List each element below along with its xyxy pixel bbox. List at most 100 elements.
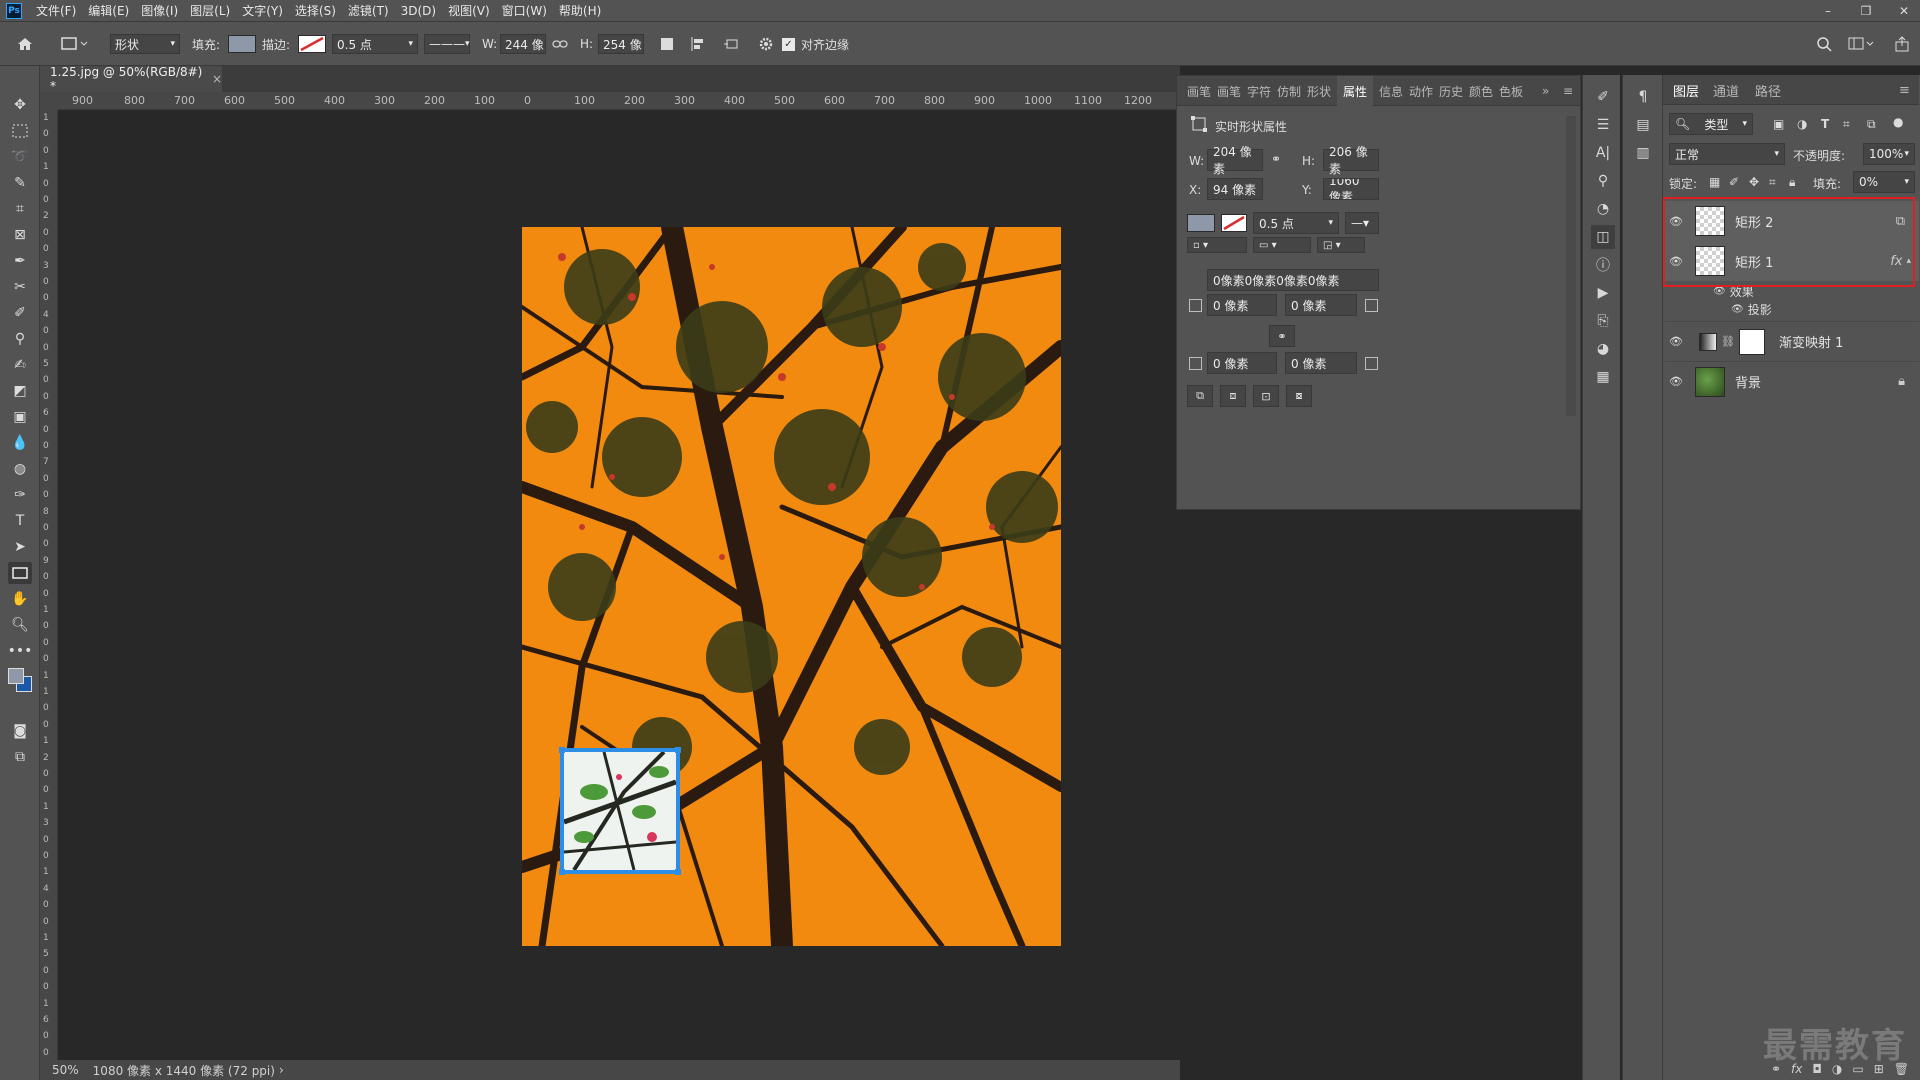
exclude-shapes-icon[interactable]: ⧇ [1286, 385, 1312, 407]
corner-radius-all-field[interactable]: 0像素0像素0像素0像素 [1207, 269, 1379, 291]
tab-actions[interactable]: 动作 [1409, 76, 1433, 106]
tab-color[interactable]: 颜色 [1469, 76, 1493, 106]
eraser-tool-icon[interactable]: ◩ [8, 380, 32, 402]
filter-type-icon[interactable]: T [1821, 117, 1829, 131]
document-tab[interactable]: 1.25.jpg @ 50%(RGB/8#) * × [40, 65, 222, 93]
history-brush-tool-icon[interactable]: ✍ [8, 354, 32, 376]
actions-panel-icon[interactable]: ▶ [1591, 281, 1615, 305]
fill-field[interactable]: 0% ▾ [1853, 171, 1915, 193]
tab-info[interactable]: 信息 [1379, 76, 1403, 106]
blend-mode-select[interactable]: 正常 ▾ [1669, 143, 1785, 165]
menu-layer[interactable]: 图层(L) [184, 2, 236, 19]
opacity-field[interactable]: 100% ▾ [1863, 143, 1915, 165]
libraries-panel-icon[interactable]: ▤ [1631, 113, 1655, 137]
corner-br-field[interactable]: 0 像素 [1285, 352, 1357, 374]
paragraph-panel-icon[interactable]: ¶ [1631, 85, 1655, 109]
properties-scrollbar[interactable] [1566, 116, 1576, 416]
panel-menu-icon[interactable]: ≡ [1563, 76, 1573, 106]
tab-shape[interactable]: 形状 [1307, 76, 1331, 106]
lock-artboard-icon[interactable]: ⌗ [1769, 175, 1776, 190]
w-field[interactable]: 204 像素 [1207, 145, 1263, 176]
eye-icon[interactable]: 👁︎ [1665, 375, 1687, 388]
subtract-shape-icon[interactable]: ⧈ [1220, 385, 1246, 407]
eye-icon[interactable]: 👁︎ [1731, 304, 1744, 315]
screen-mode-icon[interactable]: ⧉ [8, 746, 32, 768]
clone-source-icon[interactable]: ⚲ [1591, 169, 1615, 193]
filter-shape-icon[interactable]: ⌗ [1843, 117, 1850, 132]
stroke-join-select[interactable]: ◲ ▾ [1317, 237, 1365, 253]
notes-panel-icon[interactable]: ▥ [1631, 141, 1655, 165]
status-menu-arrow-icon[interactable]: › [279, 1063, 284, 1077]
tab-swatches[interactable]: 色板 [1499, 76, 1523, 106]
hand-tool-icon[interactable]: ✋ [8, 588, 32, 610]
search-icon[interactable] [1816, 32, 1832, 56]
lock-position-icon[interactable]: ✥ [1749, 175, 1759, 189]
stroke-swatch[interactable] [298, 32, 326, 56]
layer-filter-select[interactable]: 🔍︎ 类型 ▾ [1669, 113, 1753, 135]
transform-handle[interactable] [559, 747, 565, 753]
properties-panel-icon[interactable]: ◫ [1591, 225, 1615, 249]
lock-image-icon[interactable]: ✐ [1729, 175, 1739, 189]
tab-paths[interactable]: 路径 [1755, 75, 1781, 105]
transform-handle[interactable] [675, 747, 681, 753]
minimize-button[interactable]: – [1812, 0, 1844, 22]
clone-stamp-tool-icon[interactable]: ⚲ [8, 328, 32, 350]
y-field[interactable]: 1060 像素 [1323, 178, 1379, 200]
healing-brush-tool-icon[interactable]: ✂ [8, 276, 32, 298]
frame-tool-icon[interactable]: ⊠ [8, 224, 32, 246]
quick-select-tool-icon[interactable]: ✎ [8, 172, 32, 194]
chain-link-icon[interactable]: ⛓ [1721, 335, 1735, 348]
crop-tool-icon[interactable]: ⌗ [8, 198, 32, 220]
stroke-cap-select[interactable]: ▭ ▾ [1253, 237, 1311, 253]
close-tab-icon[interactable]: × [212, 72, 222, 86]
quick-mask-icon[interactable]: ◙ [8, 720, 32, 742]
tab-properties[interactable]: 属性 [1337, 76, 1374, 106]
transform-handle[interactable] [559, 869, 565, 875]
rectangle-tool-icon[interactable] [8, 562, 32, 584]
restore-button[interactable]: ❐ [1850, 0, 1882, 22]
layer-mask-thumbnail[interactable] [1738, 328, 1765, 355]
path-operations-icon[interactable] [660, 32, 674, 56]
stroke-swatch[interactable] [1221, 214, 1247, 232]
gradient-tool-icon[interactable]: ▣ [8, 406, 32, 428]
adjustments-panel-icon[interactable]: ☰ [1591, 113, 1615, 137]
menu-filter[interactable]: 滤镜(T) [342, 2, 395, 19]
x-field[interactable]: 94 像素 [1207, 178, 1263, 200]
path-arrangement-icon[interactable] [722, 32, 740, 56]
tab-brush[interactable]: 画笔 [1187, 76, 1211, 106]
stroke-width-field[interactable]: 0.5 点 ▾ [332, 32, 418, 56]
path-selection-tool-icon[interactable]: ➤ [8, 536, 32, 558]
menu-3d[interactable]: 3D(D) [395, 4, 442, 18]
character-panel-icon[interactable]: A| [1591, 141, 1615, 165]
menu-image[interactable]: 图像(I) [135, 2, 184, 19]
tool-preset-picker[interactable] [60, 32, 90, 56]
pen-tool-icon[interactable]: ✑ [8, 484, 32, 506]
filter-adjustment-icon[interactable]: ◑ [1797, 117, 1807, 131]
h-field[interactable]: 206 像素 [1323, 145, 1379, 176]
tab-clone[interactable]: 仿制 [1277, 76, 1301, 106]
eye-icon[interactable]: 👁︎ [1713, 286, 1726, 297]
height-field[interactable]: 254 像 [598, 32, 644, 56]
lock-all-icon[interactable]: 🔒︎ [1789, 175, 1795, 190]
tab-brush-settings[interactable]: 画笔 [1217, 76, 1241, 106]
menu-edit[interactable]: 编辑(E) [82, 2, 135, 19]
stroke-type-select[interactable]: —▾ [1345, 212, 1379, 234]
drop-shadow-row[interactable]: 👁︎ 投影 [1731, 301, 1772, 318]
eye-icon[interactable]: 👁︎ [1665, 335, 1687, 348]
path-alignment-icon[interactable] [690, 32, 706, 56]
share-icon[interactable] [1894, 32, 1910, 56]
filter-smart-object-icon[interactable]: ⧉ [1867, 117, 1876, 132]
tool-mode-select[interactable]: 形状 ▾ [110, 32, 180, 56]
brush-panel-icon[interactable]: ✐ [1591, 85, 1615, 109]
swatches-panel-icon[interactable]: ▦ [1591, 365, 1615, 389]
corner-tr-field[interactable]: 0 像素 [1285, 294, 1357, 316]
fill-swatch[interactable] [228, 32, 256, 56]
layer-row-background[interactable]: 👁︎ 背景 🔒︎ [1665, 361, 1919, 401]
stroke-align-select[interactable]: ▫ ▾ [1187, 237, 1247, 253]
move-tool-icon[interactable]: ✥ [8, 94, 32, 116]
align-edges-checkbox[interactable]: ✓ 对齐边缘 [782, 32, 849, 56]
menu-view[interactable]: 视图(V) [442, 2, 496, 19]
lock-transparent-icon[interactable]: ▦ [1709, 175, 1720, 189]
intersect-shapes-icon[interactable]: ⊡ [1253, 385, 1279, 407]
stroke-type-select[interactable]: ——— ▾ [424, 32, 470, 56]
